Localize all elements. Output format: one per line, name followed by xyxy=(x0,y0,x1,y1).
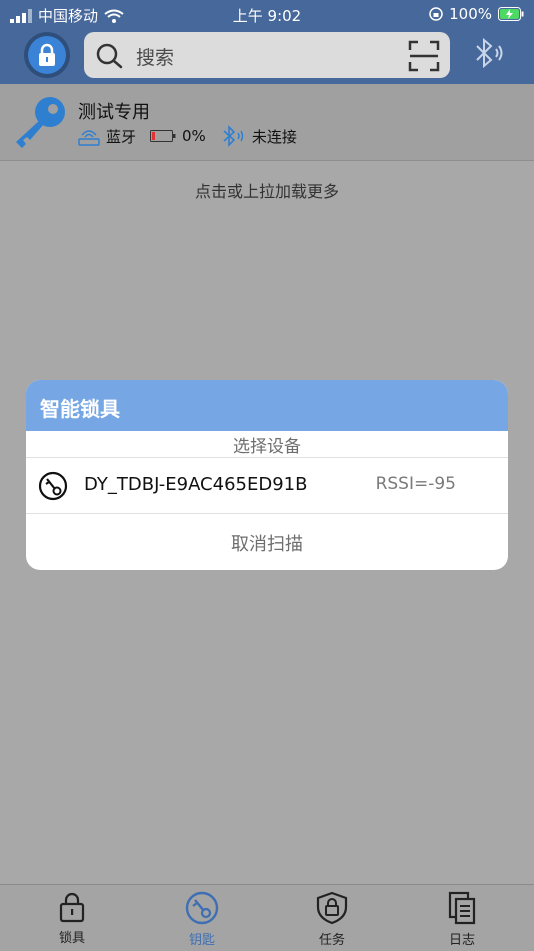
device-rssi: RSSI=-95 xyxy=(375,474,456,494)
battery-charging-icon xyxy=(498,7,524,21)
device-select-dialog: 智能锁具 选择设备 DY_TDBJ-E9AC465ED91B RSSI=-95 … xyxy=(26,380,508,570)
search-icon xyxy=(96,43,123,69)
tab-tasks[interactable]: 任务 xyxy=(282,891,382,948)
key-circle-icon xyxy=(185,891,219,925)
tab-keys[interactable]: 钥匙 xyxy=(152,891,252,948)
shield-lock-icon xyxy=(316,891,348,925)
lock-button[interactable] xyxy=(24,32,70,78)
lock-icon xyxy=(59,892,85,923)
router-icon xyxy=(78,130,100,146)
key-icon xyxy=(16,97,65,148)
dialog-title: 智能锁具 xyxy=(40,397,120,421)
document-icon xyxy=(448,891,476,925)
tab-label: 锁具 xyxy=(58,931,85,946)
tab-label: 日志 xyxy=(448,933,475,948)
device-panel[interactable]: 测试专用 蓝牙 0% 未连接 xyxy=(0,84,534,161)
key-circle-icon xyxy=(38,471,68,501)
tab-label: 钥匙 xyxy=(188,933,215,948)
tab-label: 任务 xyxy=(318,933,345,948)
tab-bar: 锁具 钥匙 任务 日志 xyxy=(0,884,534,951)
tab-locks[interactable]: 锁具 xyxy=(22,891,122,946)
search-placeholder: 搜索 xyxy=(136,47,175,69)
dialog-title-bar: 智能锁具 xyxy=(26,380,508,431)
bluetooth-scan-icon[interactable] xyxy=(470,36,506,72)
battery-percent: 100% xyxy=(449,5,492,23)
bluetooth-status: 未连接 xyxy=(251,127,297,146)
tab-logs[interactable]: 日志 xyxy=(412,891,512,948)
cancel-scan-button[interactable]: 取消扫描 xyxy=(26,530,508,556)
app-header: 搜索 xyxy=(0,28,534,84)
battery-level: 0% xyxy=(182,127,206,145)
dialog-subtitle: 选择设备 xyxy=(233,437,301,457)
device-name: 测试专用 xyxy=(78,102,150,123)
load-more-text[interactable]: 点击或上拉加载更多 xyxy=(0,178,534,202)
device-name: DY_TDBJ-E9AC465ED91B xyxy=(84,474,308,495)
orientation-lock-icon xyxy=(429,7,443,21)
padlock-icon xyxy=(39,43,55,66)
status-bar: 中国移动 上午 9:02 100% xyxy=(0,0,534,28)
search-bar[interactable]: 搜索 xyxy=(84,32,450,78)
battery-icon xyxy=(150,130,176,142)
device-list-item[interactable]: DY_TDBJ-E9AC465ED91B RSSI=-95 xyxy=(26,458,508,513)
connection-type: 蓝牙 xyxy=(106,127,137,146)
bluetooth-icon xyxy=(223,125,244,147)
divider xyxy=(26,513,508,514)
scan-icon[interactable] xyxy=(408,40,440,72)
